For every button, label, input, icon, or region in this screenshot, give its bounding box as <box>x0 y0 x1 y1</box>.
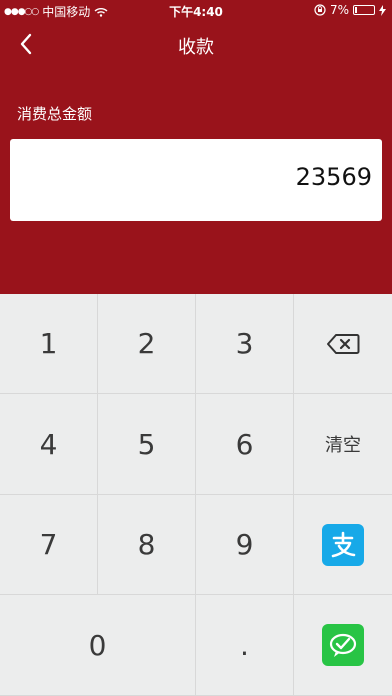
key-label: . <box>240 628 249 662</box>
keypad: 1 2 3 4 5 6 清空 7 8 9 0 . <box>0 294 392 696</box>
wechat-pay-button[interactable] <box>294 595 392 696</box>
key-5[interactable]: 5 <box>98 394 196 495</box>
battery-percent: 7% <box>329 3 349 17</box>
key-4[interactable]: 4 <box>0 394 98 495</box>
key-0[interactable]: 0 <box>0 595 196 696</box>
key-label: 1 <box>39 327 58 360</box>
clear-button[interactable]: 清空 <box>294 394 392 495</box>
wechat-pay-icon <box>322 624 364 666</box>
key-decimal[interactable]: . <box>196 595 294 696</box>
clear-label: 清空 <box>325 435 361 456</box>
key-1[interactable]: 1 <box>0 294 98 394</box>
key-6[interactable]: 6 <box>196 394 294 495</box>
key-label: 8 <box>137 528 156 561</box>
key-label: 0 <box>88 628 107 662</box>
key-label: 9 <box>235 528 254 561</box>
header: ●●●○○ 中国移动 下午4:40 7% 收款 消费总金额 23569 <box>0 0 392 294</box>
key-label: 6 <box>235 427 254 461</box>
battery-icon <box>353 5 375 15</box>
status-bar: ●●●○○ 中国移动 下午4:40 7% <box>0 0 392 22</box>
key-7[interactable]: 7 <box>0 495 98 595</box>
alipay-button[interactable] <box>294 495 392 595</box>
page-title: 收款 <box>178 37 214 58</box>
key-label: 2 <box>137 327 156 360</box>
key-3[interactable]: 3 <box>196 294 294 394</box>
key-label: 5 <box>137 427 156 461</box>
backspace-button[interactable] <box>294 294 392 394</box>
key-9[interactable]: 9 <box>196 495 294 595</box>
key-label: 4 <box>39 427 58 461</box>
key-8[interactable]: 8 <box>98 495 196 595</box>
key-2[interactable]: 2 <box>98 294 196 394</box>
amount-field[interactable]: 23569 <box>10 139 382 221</box>
amount-label: 消费总金额 <box>17 105 93 123</box>
orientation-lock-icon <box>314 4 326 16</box>
nav-bar: 收款 <box>0 22 392 66</box>
alipay-icon <box>322 523 364 566</box>
backspace-icon <box>327 333 360 354</box>
key-label: 7 <box>39 528 58 561</box>
key-label: 3 <box>235 327 254 360</box>
amount-value: 23569 <box>295 163 372 191</box>
charging-icon <box>379 4 386 16</box>
status-right: 7% <box>314 3 386 17</box>
